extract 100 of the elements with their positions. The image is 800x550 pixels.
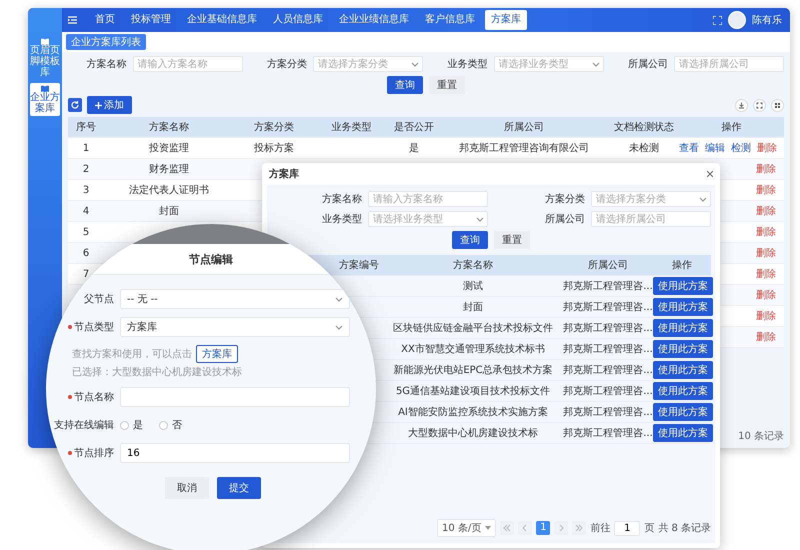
form-title: 节点编辑	[189, 252, 233, 266]
last-page-icon[interactable]	[572, 521, 586, 535]
table-cell-text: 封面	[462, 300, 484, 314]
use-plan-button[interactable]: 使用此方案	[653, 319, 713, 337]
chevron-down-icon[interactable]	[335, 324, 343, 330]
book-icon[interactable]	[41, 85, 49, 92]
delete-link[interactable]: 删除	[756, 330, 776, 344]
field-label: 支持在线编辑	[54, 418, 114, 432]
delete-link[interactable]: 删除	[756, 162, 776, 176]
delete-link[interactable]: 删除	[756, 246, 776, 260]
chevron-down-icon[interactable]	[476, 216, 484, 222]
use-plan-button[interactable]: 使用此方案	[653, 340, 713, 358]
field-label: 节点名称	[74, 390, 114, 404]
column-header: 是否公开	[393, 121, 435, 134]
page-number[interactable]: 1	[536, 521, 550, 535]
add-button[interactable]: 添加	[87, 96, 132, 114]
column-header: 方案名称	[453, 260, 493, 271]
page-unit-label: 页	[644, 522, 654, 535]
radio-option[interactable]: 是	[120, 418, 143, 432]
logo-block	[28, 8, 62, 32]
action-link[interactable]: 查看	[679, 141, 699, 155]
table-cell-text: 未检测	[628, 142, 660, 155]
nav-tab[interactable]: 投标管理	[125, 10, 177, 30]
grid-icon[interactable]	[771, 98, 784, 112]
select-field[interactable]: 请选择业务类型	[494, 56, 604, 72]
filter-label: 业务类型	[448, 58, 488, 71]
chevron-down-icon[interactable]	[335, 296, 343, 302]
plan-library-button[interactable]: 方案库	[196, 345, 238, 363]
delete-link[interactable]: 删除	[756, 183, 776, 197]
chevron-down-icon[interactable]	[411, 61, 419, 67]
input-field[interactable]: 请选择所属公司	[591, 211, 711, 227]
reset-button[interactable]: 重置	[494, 231, 530, 249]
use-plan-button[interactable]: 使用此方案	[653, 382, 713, 400]
page-size-select[interactable]: 10 条/页	[436, 519, 496, 537]
first-page-icon[interactable]	[500, 521, 514, 535]
refresh-icon[interactable]	[68, 98, 82, 112]
select-field[interactable]: -- 无 --	[120, 289, 350, 309]
action-link[interactable]: 编辑	[705, 141, 725, 155]
delete-link[interactable]: 删除	[756, 267, 776, 281]
sidebar-item[interactable]: 企业方案库	[30, 83, 60, 116]
submit-button[interactable]: 提交	[217, 477, 261, 499]
delete-link[interactable]: 删除	[756, 204, 776, 218]
table-cell-text: 7	[82, 268, 90, 280]
chevron-down-icon[interactable]	[699, 196, 707, 202]
close-icon[interactable]	[707, 171, 713, 177]
delete-link[interactable]: 删除	[756, 309, 776, 323]
select-field[interactable]: 请选择方案分类	[591, 191, 711, 207]
delete-link[interactable]: 删除	[756, 288, 776, 302]
download-icon[interactable]	[735, 98, 748, 112]
delete-link[interactable]: 删除	[756, 225, 776, 239]
book-icon[interactable]	[41, 38, 49, 45]
next-page-icon[interactable]	[554, 521, 568, 535]
page-tab[interactable]: 企业方案库列表	[66, 34, 146, 50]
select-field[interactable]: 请选择业务类型	[368, 211, 488, 227]
table-cell-text: 1	[82, 142, 90, 154]
user-name[interactable]: 陈有乐	[752, 13, 782, 27]
page-input[interactable]: 1	[614, 520, 640, 536]
action-link[interactable]: 检测	[731, 141, 751, 155]
input-field[interactable]: 请输入方案名称	[368, 191, 488, 207]
use-plan-button[interactable]: 使用此方案	[653, 277, 713, 295]
query-button[interactable]: 查询	[387, 76, 423, 94]
use-plan-button[interactable]: 使用此方案	[653, 424, 713, 442]
table-cell-text: 区块链供应链金融平台技术投标文件	[392, 322, 554, 335]
table-cell-text: 邦克斯工程管理咨...	[563, 322, 653, 335]
cancel-button[interactable]: 取消	[165, 477, 209, 499]
fullscreen-icon[interactable]	[753, 98, 766, 112]
delete-link[interactable]: 删除	[757, 141, 777, 155]
previous-page-icon[interactable]	[518, 521, 532, 535]
use-plan-button[interactable]: 使用此方案	[653, 298, 713, 316]
table-cell-text: 投资监理	[148, 142, 190, 155]
select-field[interactable]: 方案库	[120, 317, 350, 337]
sidebar-item[interactable]: 页眉页脚模板库	[30, 36, 60, 80]
plus-icon[interactable]	[95, 102, 102, 108]
input-field[interactable]: 请选择所属公司	[674, 56, 784, 72]
input-field[interactable]	[120, 387, 350, 407]
menu-icon[interactable]	[68, 16, 77, 24]
nav-tab[interactable]: 企业基础信息库	[181, 10, 263, 30]
table-cell-text: 5	[82, 226, 90, 238]
nav-tab[interactable]: 企业业绩信息库	[333, 10, 415, 30]
nav-tab[interactable]: 客户信息库	[419, 10, 481, 30]
nav-tab[interactable]: 方案库	[485, 10, 527, 30]
field-label: 父节点	[84, 292, 114, 306]
record-count: 10 条记录	[738, 430, 784, 443]
select-field[interactable]: 请选择方案分类	[313, 56, 423, 72]
input-field[interactable]: 16	[120, 443, 350, 463]
chevron-down-icon[interactable]	[592, 61, 600, 67]
table-cell-text: 邦克斯工程管理咨...	[563, 300, 653, 314]
nav-tab[interactable]: 人员信息库	[267, 10, 329, 30]
radio-option[interactable]: 否	[159, 418, 182, 432]
sidebar-label: 企业方案库	[30, 92, 60, 114]
use-plan-button[interactable]: 使用此方案	[653, 403, 713, 421]
caret-down-icon[interactable]	[485, 526, 492, 530]
reset-button[interactable]: 重置	[429, 76, 465, 94]
table-cell-text: 测试	[462, 280, 484, 293]
nav-tab[interactable]: 首页	[89, 10, 121, 30]
query-button[interactable]: 查询	[452, 231, 488, 249]
avatar[interactable]	[728, 11, 746, 29]
use-plan-button[interactable]: 使用此方案	[653, 361, 713, 379]
input-field[interactable]: 请输入方案名称	[132, 56, 242, 72]
table-cell-text: 5G通信基站建设项目技术投标文件	[394, 384, 552, 398]
